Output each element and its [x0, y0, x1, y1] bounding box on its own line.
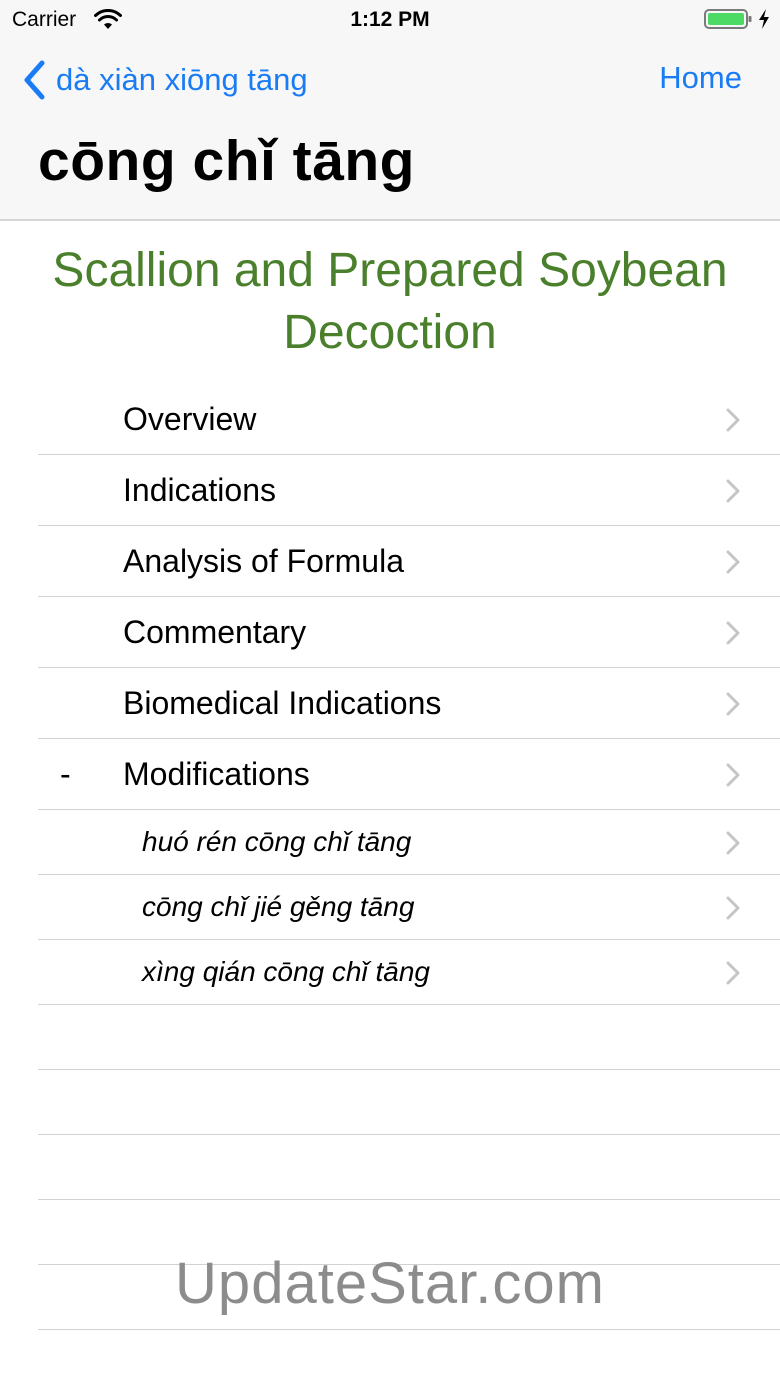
- empty-row: [38, 1135, 780, 1200]
- list-item-biomedical[interactable]: Biomedical Indications: [38, 668, 780, 739]
- list-item-label: Commentary: [123, 614, 307, 650]
- list-item-indications[interactable]: Indications: [38, 455, 780, 526]
- list-item-sub-2[interactable]: cōng chǐ jié gěng tāng: [38, 875, 780, 940]
- chevron-right-icon: [726, 621, 740, 645]
- list-item-label: Modifications: [123, 756, 310, 792]
- list-item-sub-3[interactable]: xìng qián cōng chǐ tāng: [38, 940, 780, 1005]
- formula-title: Scallion and Prepared Soybean Decoction: [52, 244, 728, 359]
- list-item-overview[interactable]: Overview: [38, 384, 780, 455]
- chevron-right-icon: [726, 550, 740, 574]
- clock-time: 1:12 PM: [350, 8, 430, 31]
- chevron-right-icon: [726, 961, 740, 985]
- chevron-right-icon: [726, 479, 740, 503]
- navigation-header: Carrier 1:12 PM dà xiàn xiōng tāng Home …: [0, 0, 780, 221]
- status-bar: Carrier 1:12 PM: [0, 0, 780, 40]
- list-item-label: Biomedical Indications: [123, 685, 442, 721]
- empty-row: [38, 1070, 780, 1135]
- back-button[interactable]: dà xiàn xiōng tāng: [22, 56, 308, 104]
- list-item-commentary[interactable]: Commentary: [38, 597, 780, 668]
- chevron-right-icon: [726, 831, 740, 855]
- list-item-analysis[interactable]: Analysis of Formula: [38, 526, 780, 597]
- menu-list: Overview Indications Analysis of Formula…: [0, 384, 780, 1330]
- chevron-right-icon: [726, 763, 740, 787]
- chevron-right-icon: [726, 408, 740, 432]
- battery-icon: [704, 9, 752, 29]
- chevron-left-icon: [24, 60, 45, 100]
- list-item-label: huó rén cōng chǐ tāng: [142, 826, 412, 857]
- home-button[interactable]: Home: [659, 60, 742, 96]
- list-item-label: xìng qián cōng chǐ tāng: [142, 956, 430, 987]
- collapse-marker: -: [60, 756, 71, 792]
- charging-bolt-icon: [759, 9, 769, 29]
- list-item-label: Overview: [123, 401, 257, 437]
- list-item-label: Analysis of Formula: [123, 543, 404, 579]
- list-item-label: cōng chǐ jié gěng tāng: [142, 891, 415, 922]
- chevron-right-icon: [726, 896, 740, 920]
- page-title: cōng chǐ tāng: [38, 129, 415, 193]
- empty-row: [38, 1005, 780, 1070]
- list-item-modifications[interactable]: - Modifications: [38, 739, 780, 810]
- back-button-label: dà xiàn xiōng tāng: [56, 62, 308, 97]
- list-item-label: Indications: [123, 472, 276, 508]
- list-item-sub-1[interactable]: huó rén cōng chǐ tāng: [38, 810, 780, 875]
- watermark: UpdateStar.com: [175, 1251, 605, 1316]
- chevron-right-icon: [726, 692, 740, 716]
